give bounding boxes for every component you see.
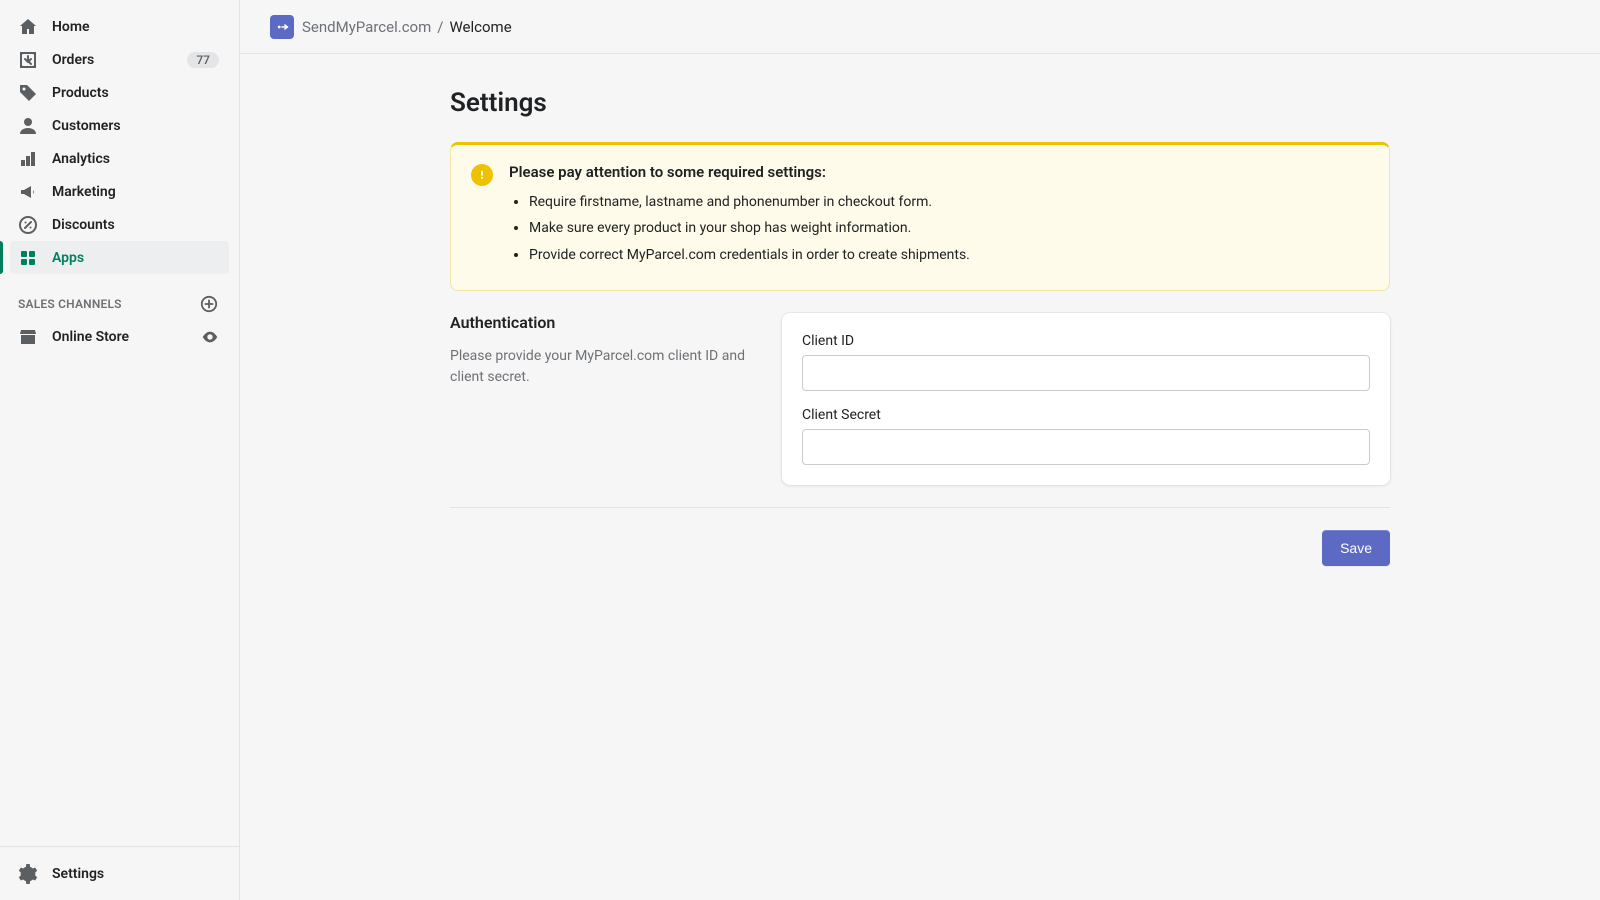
sidebar-item-label: Online Store	[52, 329, 187, 345]
breadcrumb: SendMyParcel.com / Welcome	[302, 18, 512, 36]
sidebar-item-label: Analytics	[52, 151, 219, 167]
sidebar-item-discounts[interactable]: Discounts	[10, 208, 229, 241]
orders-icon	[18, 50, 38, 70]
banner-item: Require firstname, lastname and phonenum…	[529, 191, 1369, 213]
page-actions: Save	[450, 530, 1390, 566]
sidebar-item-label: Orders	[52, 52, 173, 68]
sidebar-item-label: Home	[52, 19, 219, 35]
person-icon	[18, 116, 38, 136]
sales-channels-title: SALES CHANNELS	[18, 297, 122, 311]
view-store-icon[interactable]	[201, 328, 219, 346]
sidebar-item-settings[interactable]: Settings	[10, 857, 229, 890]
sidebar-item-home[interactable]: Home	[10, 10, 229, 43]
sidebar-item-orders[interactable]: Orders 77	[10, 43, 229, 76]
client-secret-input[interactable]	[802, 429, 1370, 465]
sidebar-item-label: Discounts	[52, 217, 219, 233]
tag-icon	[18, 83, 38, 103]
banner-item: Provide correct MyParcel.com credentials…	[529, 244, 1369, 266]
apps-icon	[18, 248, 38, 268]
breadcrumb-current: Welcome	[449, 18, 511, 36]
orders-badge: 77	[187, 52, 219, 68]
warning-banner: Please pay attention to some required se…	[450, 142, 1390, 291]
analytics-icon	[18, 149, 38, 169]
sidebar-item-apps[interactable]: Apps	[10, 241, 229, 274]
megaphone-icon	[18, 182, 38, 202]
client-id-input[interactable]	[802, 355, 1370, 391]
page-title: Settings	[450, 88, 1390, 118]
client-id-label: Client ID	[802, 333, 1370, 349]
sales-channels-header: SALES CHANNELS	[10, 274, 229, 320]
auth-heading: Authentication	[450, 313, 760, 332]
sidebar-item-customers[interactable]: Customers	[10, 109, 229, 142]
auth-description: Please provide your MyParcel.com client …	[450, 346, 760, 388]
main-area: SendMyParcel.com / Welcome Settings Plea…	[240, 0, 1600, 900]
add-channel-button[interactable]	[199, 294, 219, 314]
content: Settings Please pay attention to some re…	[240, 54, 1600, 900]
banner-list: Require firstname, lastname and phonenum…	[509, 191, 1369, 266]
auth-card: Client ID Client Secret	[782, 313, 1390, 485]
sidebar-item-label: Customers	[52, 118, 219, 134]
sidebar-item-analytics[interactable]: Analytics	[10, 142, 229, 175]
banner-item: Make sure every product in your shop has…	[529, 217, 1369, 239]
breadcrumb-separator: /	[437, 18, 443, 36]
sidebar-item-label: Apps	[52, 250, 219, 266]
app-icon	[270, 15, 294, 39]
sidebar-item-online-store[interactable]: Online Store	[10, 320, 229, 353]
sidebar: Home Orders 77 Products Customers Anal	[0, 0, 240, 900]
banner-title: Please pay attention to some required se…	[509, 163, 1369, 181]
auth-section: Authentication Please provide your MyPar…	[450, 313, 1390, 508]
sidebar-item-marketing[interactable]: Marketing	[10, 175, 229, 208]
discount-icon	[18, 215, 38, 235]
gear-icon	[18, 864, 38, 884]
topbar: SendMyParcel.com / Welcome	[240, 0, 1600, 54]
store-icon	[18, 327, 38, 347]
sidebar-item-label: Products	[52, 85, 219, 101]
save-button[interactable]: Save	[1322, 530, 1390, 566]
home-icon	[18, 17, 38, 37]
warning-icon	[471, 164, 493, 186]
sidebar-item-products[interactable]: Products	[10, 76, 229, 109]
sidebar-item-label: Settings	[52, 866, 219, 882]
sidebar-item-label: Marketing	[52, 184, 219, 200]
breadcrumb-parent[interactable]: SendMyParcel.com	[302, 18, 431, 36]
client-secret-label: Client Secret	[802, 407, 1370, 423]
